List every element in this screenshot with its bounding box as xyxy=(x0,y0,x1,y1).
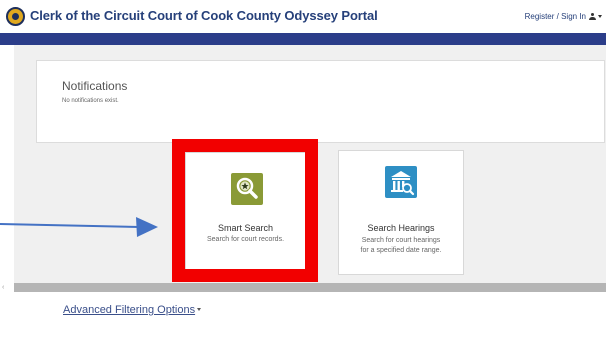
annotation-arrow-icon xyxy=(0,217,158,237)
